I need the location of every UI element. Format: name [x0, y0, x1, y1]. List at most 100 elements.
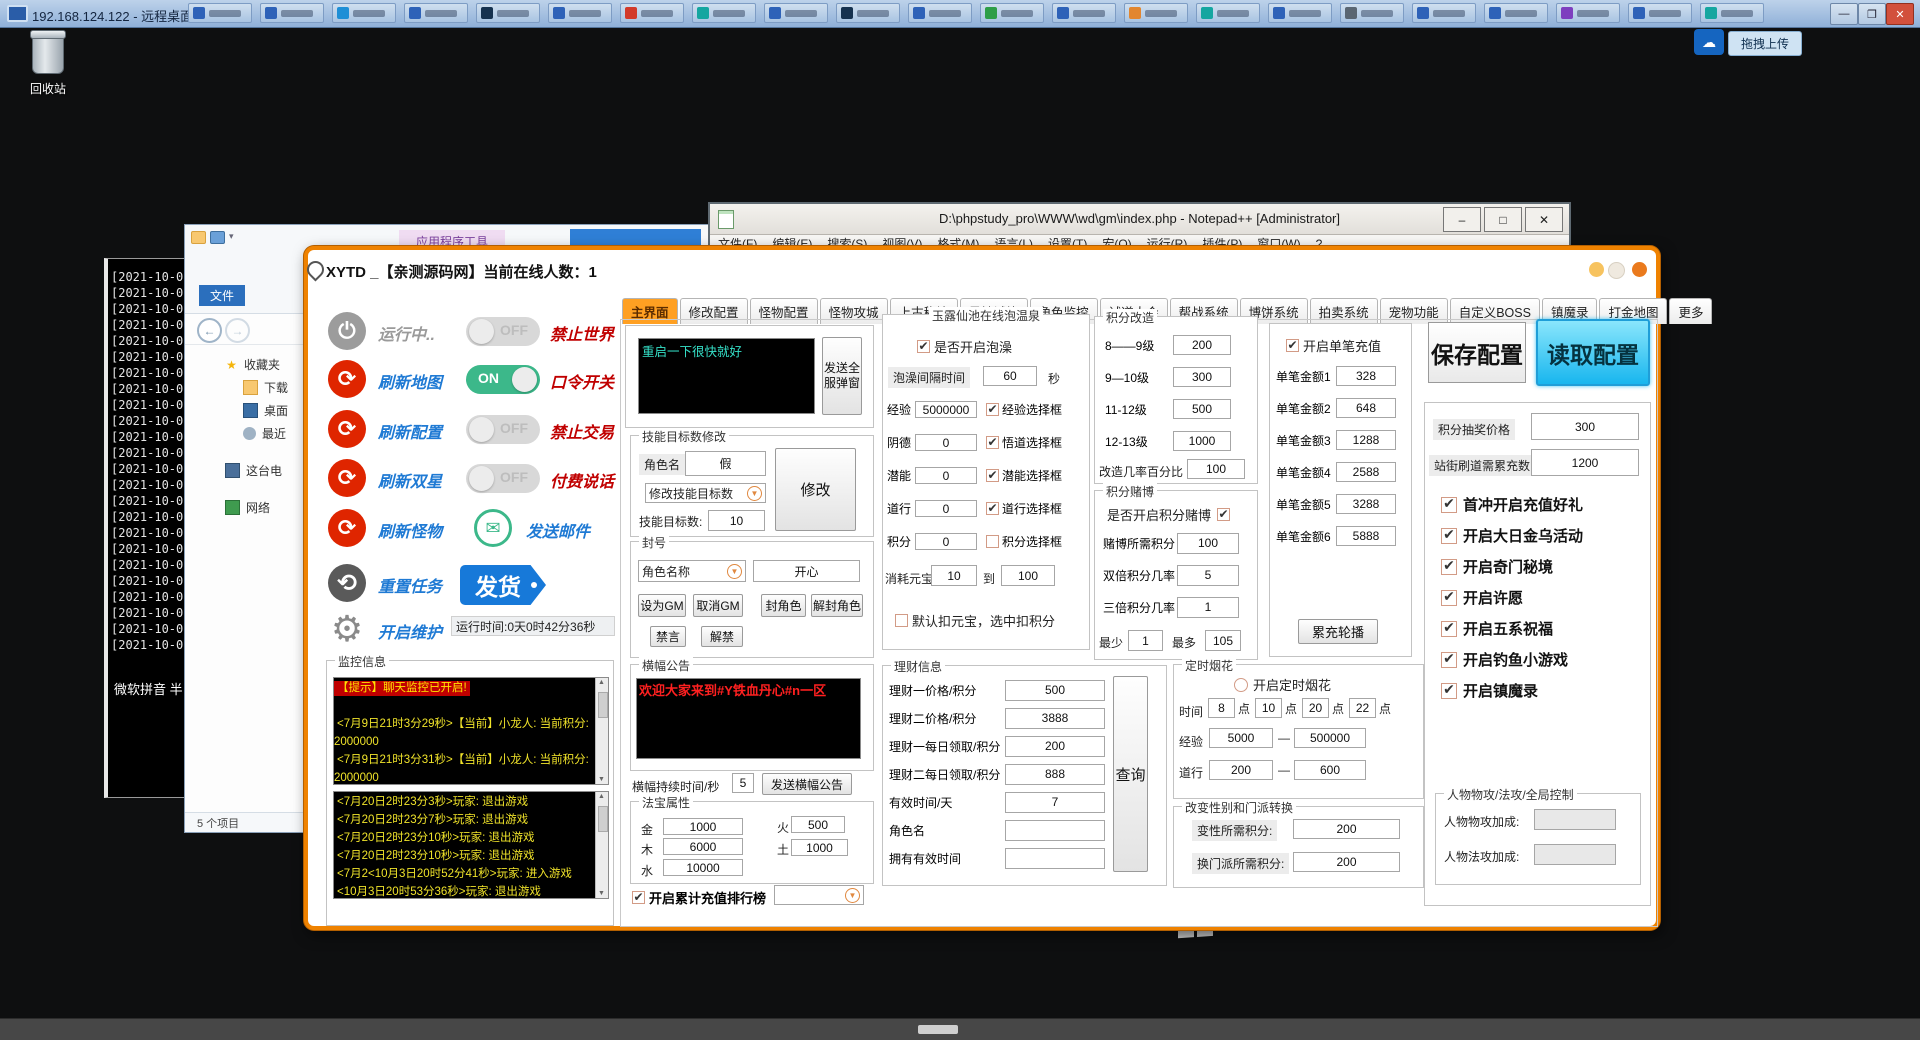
refresh-icon[interactable]: ⟳ [328, 509, 366, 547]
taskbar-item[interactable] [1412, 3, 1476, 23]
role-select-dropdown[interactable]: 角色名称▼ [638, 560, 746, 582]
file-menu-tab[interactable]: 文件 [199, 285, 245, 306]
taskbar-item[interactable] [1628, 3, 1692, 23]
recycle-bin[interactable]: 回收站 [22, 34, 74, 97]
toggle-paid-chat[interactable]: OFF [466, 464, 540, 493]
street-recharge-input[interactable]: 1200 [1531, 449, 1639, 476]
ship-goods-button[interactable]: 发货 [460, 565, 546, 605]
sidebar-item[interactable]: 网络 [185, 496, 315, 519]
send-popup-button[interactable]: 发送全服弹窗 [822, 337, 862, 415]
load-config-button[interactable]: 读取配置 [1536, 319, 1650, 386]
taskbar-item[interactable] [980, 3, 1044, 23]
pool-enable-checkbox[interactable] [917, 340, 930, 353]
pool-row-checkbox[interactable] [986, 535, 999, 548]
login-monitor-box[interactable]: <7月20日2时23分3秒>玩家: 退出游戏<7月20日2时23分7秒>玩家: … [333, 791, 609, 899]
close-button[interactable]: ✕ [1525, 207, 1563, 232]
pool-row-checkbox[interactable] [986, 502, 999, 515]
unban-role-button[interactable]: 解封角色 [811, 594, 863, 617]
recharge-row-input[interactable]: 648 [1336, 398, 1396, 418]
gold-input[interactable]: 1000 [663, 818, 743, 835]
sidebar-item[interactable]: 桌面 [185, 399, 315, 422]
magic-attack-input[interactable] [1534, 844, 1616, 865]
exp-min-input[interactable]: 5000 [1209, 728, 1273, 748]
close-button[interactable]: ✕ [1886, 3, 1914, 25]
quick-access-toolbar[interactable]: ▾ [191, 231, 242, 244]
recharge-row-input[interactable]: 5888 [1336, 526, 1396, 546]
time-input[interactable]: 8 [1208, 698, 1235, 718]
taskbar-item[interactable] [260, 3, 324, 23]
back-button[interactable]: ← [197, 318, 222, 343]
taskbar-item[interactable] [476, 3, 540, 23]
finance-row-input[interactable] [1005, 820, 1105, 841]
rank-checkbox[interactable] [632, 891, 645, 904]
feature-checkbox[interactable] [1441, 652, 1457, 668]
feature-checkbox[interactable] [1441, 497, 1457, 513]
feature-checkbox[interactable] [1441, 621, 1457, 637]
taskbar-item[interactable] [188, 3, 252, 23]
pool-row-input[interactable]: 0 [915, 533, 977, 550]
finance-row-input[interactable] [1005, 848, 1105, 869]
drag-upload-button[interactable]: 拖拽上传 [1728, 31, 1802, 56]
pool-row-input[interactable]: 0 [915, 467, 977, 484]
remodel-row-input[interactable]: 300 [1173, 367, 1231, 387]
feature-checkbox[interactable] [1441, 528, 1457, 544]
time-input[interactable]: 20 [1302, 698, 1329, 718]
time-input[interactable]: 22 [1349, 698, 1376, 718]
taskbar-item[interactable] [1340, 3, 1404, 23]
chat-monitor-box[interactable]: 【提示】聊天监控已开启! <7月9日21时3分29秒>【当前】小龙人: 当前积分… [333, 677, 609, 785]
phys-attack-input[interactable] [1534, 809, 1616, 830]
taskbar-item[interactable] [764, 3, 828, 23]
gamble-row-input[interactable]: 100 [1177, 533, 1239, 554]
remodel-row-input[interactable]: 1000 [1173, 431, 1231, 451]
max-input[interactable]: 105 [1205, 630, 1241, 651]
mail-icon[interactable]: ✉ [474, 509, 512, 547]
recharge-row-input[interactable]: 3288 [1336, 494, 1396, 514]
taskbar-item[interactable] [1700, 3, 1764, 23]
refresh-icon[interactable]: ⟳ [328, 459, 366, 497]
wood-input[interactable]: 6000 [663, 838, 743, 855]
remodel-pct-input[interactable]: 100 [1187, 459, 1245, 479]
recharge-row-input[interactable]: 328 [1336, 366, 1396, 386]
taskbar-item[interactable] [548, 3, 612, 23]
refresh-icon[interactable]: ⟳ [328, 410, 366, 448]
taskbar-item[interactable] [1052, 3, 1116, 23]
recharge-enable-checkbox[interactable] [1286, 339, 1299, 352]
skill-mode-dropdown[interactable]: 修改技能目标数▼ [645, 483, 766, 503]
taskbar-item[interactable] [692, 3, 756, 23]
forward-button[interactable]: → [225, 318, 250, 343]
set-gm-button[interactable]: 设为GM [638, 594, 686, 617]
recharge-row-input[interactable]: 2588 [1336, 462, 1396, 482]
pool-row-input[interactable]: 0 [915, 500, 977, 517]
gm-tool-window[interactable]: XYTD _【亲测源码网】当前在线人数：1 主界面修改配置怪物配置怪物攻城上古秘… [304, 246, 1660, 930]
query-button[interactable]: 查询 [1113, 676, 1148, 872]
cloud-sync-icon[interactable]: ☁ [1694, 29, 1724, 55]
gamble-row-input[interactable]: 1 [1177, 597, 1239, 618]
power-icon[interactable]: ⏻ [328, 312, 366, 350]
window-button-2[interactable] [1608, 262, 1625, 279]
banner-message-box[interactable]: 欢迎大家来到#Y铁血丹心#n一区 [636, 678, 861, 759]
sidebar-item[interactable]: 这台电 [185, 459, 315, 482]
earth-input[interactable]: 1000 [791, 839, 848, 856]
dao-min-input[interactable]: 200 [1209, 760, 1273, 780]
restore-button[interactable]: ❐ [1858, 3, 1886, 25]
scrollbar[interactable] [595, 678, 608, 784]
taskbar-item[interactable] [908, 3, 972, 23]
taskbar-item[interactable] [836, 3, 900, 23]
send-banner-button[interactable]: 发送横幅公告 [762, 773, 852, 795]
window-close-button[interactable] [1632, 262, 1647, 277]
taskbar-item[interactable] [1124, 3, 1188, 23]
minimize-button[interactable]: – [1443, 207, 1481, 232]
fire-input[interactable]: 500 [791, 816, 845, 833]
lottery-price-input[interactable]: 300 [1531, 413, 1639, 440]
reset-icon[interactable]: ⟲ [328, 564, 366, 602]
gender-cost-input[interactable]: 200 [1293, 819, 1400, 839]
scrollbar[interactable] [595, 792, 608, 898]
consume-max-input[interactable]: 100 [1001, 565, 1055, 586]
toggle-password-switch[interactable]: ON [466, 365, 540, 394]
ban-role-input[interactable]: 开心 [753, 560, 860, 582]
finance-row-input[interactable]: 7 [1005, 792, 1105, 813]
dao-max-input[interactable]: 600 [1294, 760, 1366, 780]
scrollbar-handle[interactable] [918, 1025, 958, 1034]
interval-input[interactable]: 60 [983, 366, 1037, 386]
recharge-carousel-button[interactable]: 累充轮播 [1298, 619, 1378, 644]
